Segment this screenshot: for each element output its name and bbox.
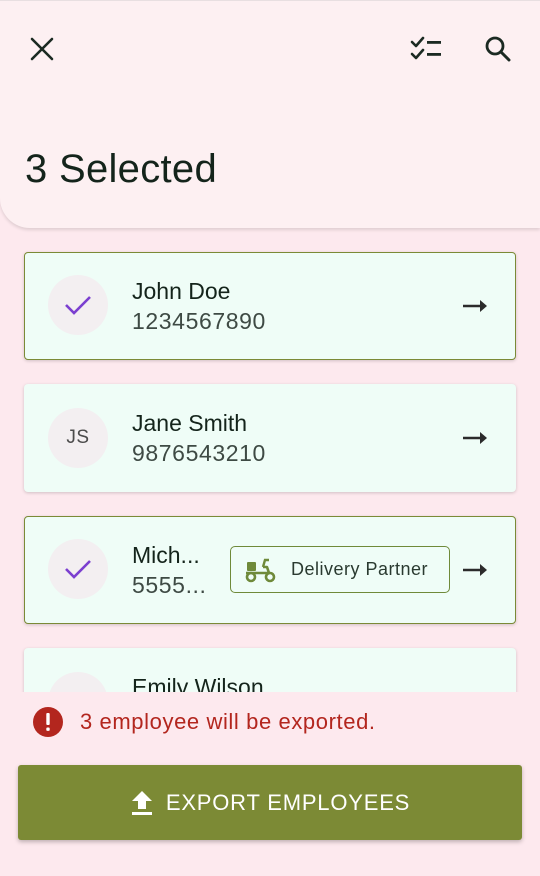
employee-phone: 1234567890 (132, 308, 266, 334)
employee-card[interactable]: John Doe 1234567890 (24, 252, 516, 360)
search-button[interactable] (474, 25, 522, 73)
employee-card[interactable]: JS Jane Smith 9876543210 (24, 384, 516, 492)
close-button[interactable] (18, 25, 66, 73)
open-employee-button[interactable] (462, 292, 490, 320)
open-employee-button[interactable] (462, 424, 490, 452)
arrow-right-icon (463, 564, 487, 576)
warning-text: 3 employee will be exported. (80, 709, 376, 734)
arrow-right-icon (463, 432, 487, 444)
avatar (48, 539, 108, 599)
avatar (48, 672, 108, 692)
employee-name: John Doe (132, 278, 231, 304)
check-icon (65, 560, 91, 579)
close-icon (30, 37, 54, 61)
page-title: 3 Selected (25, 147, 218, 191)
checklist-icon (410, 36, 441, 60)
check-icon (65, 296, 91, 315)
employee-phone: 5555... (132, 572, 207, 598)
employee-name: Mich... (132, 542, 200, 568)
search-icon (485, 36, 511, 62)
export-employees-button[interactable]: EXPORT EMPLOYEES (18, 765, 522, 840)
employee-name: Jane Smith (132, 410, 248, 436)
export-warning: 3 employee will be exported. (32, 706, 376, 738)
top-app-bar: 3 Selected (0, 0, 540, 228)
scooter-icon (245, 558, 276, 582)
employee-name: Emily Wilson (132, 674, 264, 692)
employee-phone: 9876543210 (132, 440, 266, 466)
avatar (48, 275, 108, 335)
employee-card[interactable]: Emily Wilson (24, 648, 516, 692)
open-employee-button[interactable] (462, 556, 490, 584)
role-chip: Delivery Partner (230, 546, 450, 593)
upload-icon (130, 790, 154, 816)
employee-list[interactable]: John Doe 1234567890 JS Jane Smith 987654… (0, 228, 540, 692)
error-icon (33, 707, 63, 737)
role-chip-label: Delivery Partner (291, 559, 429, 579)
avatar: JS (48, 408, 108, 468)
select-all-button[interactable] (402, 25, 450, 73)
employee-card[interactable]: Mich... 5555... Delivery Partner (24, 516, 516, 624)
arrow-right-icon (463, 300, 487, 312)
export-button-label: EXPORT EMPLOYEES (165, 789, 411, 815)
